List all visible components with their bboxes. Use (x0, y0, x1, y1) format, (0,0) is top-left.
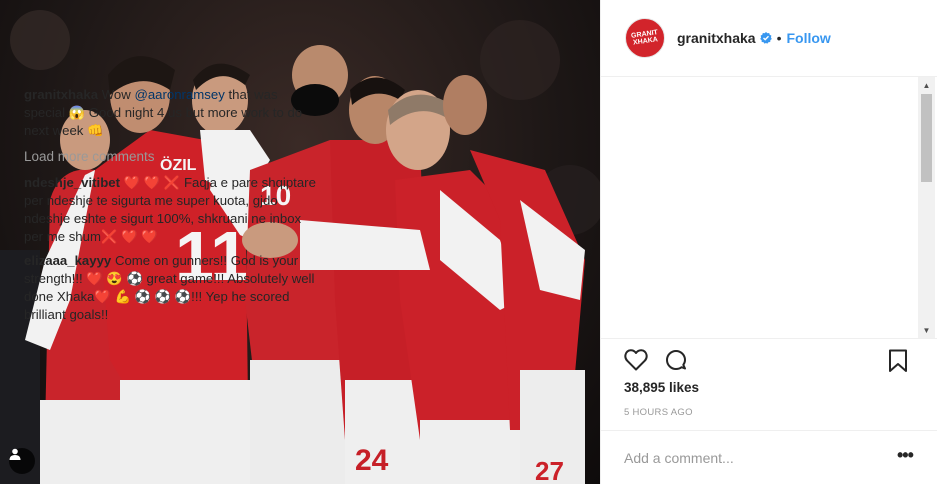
verified-badge-icon (759, 32, 772, 44)
scroll-down-arrow-icon[interactable]: ▼ (918, 322, 935, 339)
comment-item: elizaaa_kayyy Come on gunners!! God is y… (24, 252, 320, 324)
comment-username[interactable]: elizaaa_kayyy (24, 253, 111, 268)
tagged-users-button[interactable] (9, 448, 35, 474)
post-header: GRANIT XHAKA granitxhaka • Follow (601, 0, 937, 77)
post-actions-bar (600, 338, 937, 382)
load-more-comments-button[interactable]: Load more comments (24, 148, 320, 166)
avatar-logo-text: GRANIT XHAKA (630, 29, 659, 47)
post-timestamp: 5 HOURS AGO (624, 407, 693, 418)
caption: granitxhaka Wow @aaronramsey that was sp… (24, 86, 320, 140)
separator-dot: • (776, 30, 782, 46)
caption-mention[interactable]: @aaronramsey (134, 87, 224, 102)
bookmark-icon[interactable] (888, 349, 908, 378)
user-tag-icon (9, 448, 21, 460)
header-username[interactable]: granitxhaka (677, 30, 756, 46)
caption-username[interactable]: granitxhaka (24, 87, 98, 102)
svg-text:24: 24 (355, 444, 389, 477)
heart-outline-icon[interactable] (624, 349, 648, 376)
caption-text-pre: Wow (101, 87, 135, 102)
comments-scrollbar[interactable]: ▲ ▼ (918, 77, 935, 339)
add-comment-bar (600, 430, 937, 484)
svg-text:27: 27 (535, 456, 564, 484)
likes-count[interactable]: 38,895 likes (624, 380, 699, 395)
comment-item: ndeshje_vitibet ❤️ ❤️ ❌ Faqja e pare shq… (24, 174, 320, 246)
add-comment-input[interactable] (624, 449, 884, 466)
scrollbar-thumb[interactable] (921, 94, 932, 182)
comment-username[interactable]: ndeshje_vitibet (24, 175, 120, 190)
speech-bubble-icon[interactable] (664, 349, 688, 378)
avatar[interactable]: GRANIT XHAKA (625, 18, 665, 58)
follow-button[interactable]: Follow (787, 30, 831, 46)
scroll-up-arrow-icon[interactable]: ▲ (918, 77, 935, 94)
more-options-icon[interactable]: ••• (897, 446, 914, 464)
comments-list[interactable]: granitxhaka Wow @aaronramsey that was sp… (24, 86, 320, 338)
